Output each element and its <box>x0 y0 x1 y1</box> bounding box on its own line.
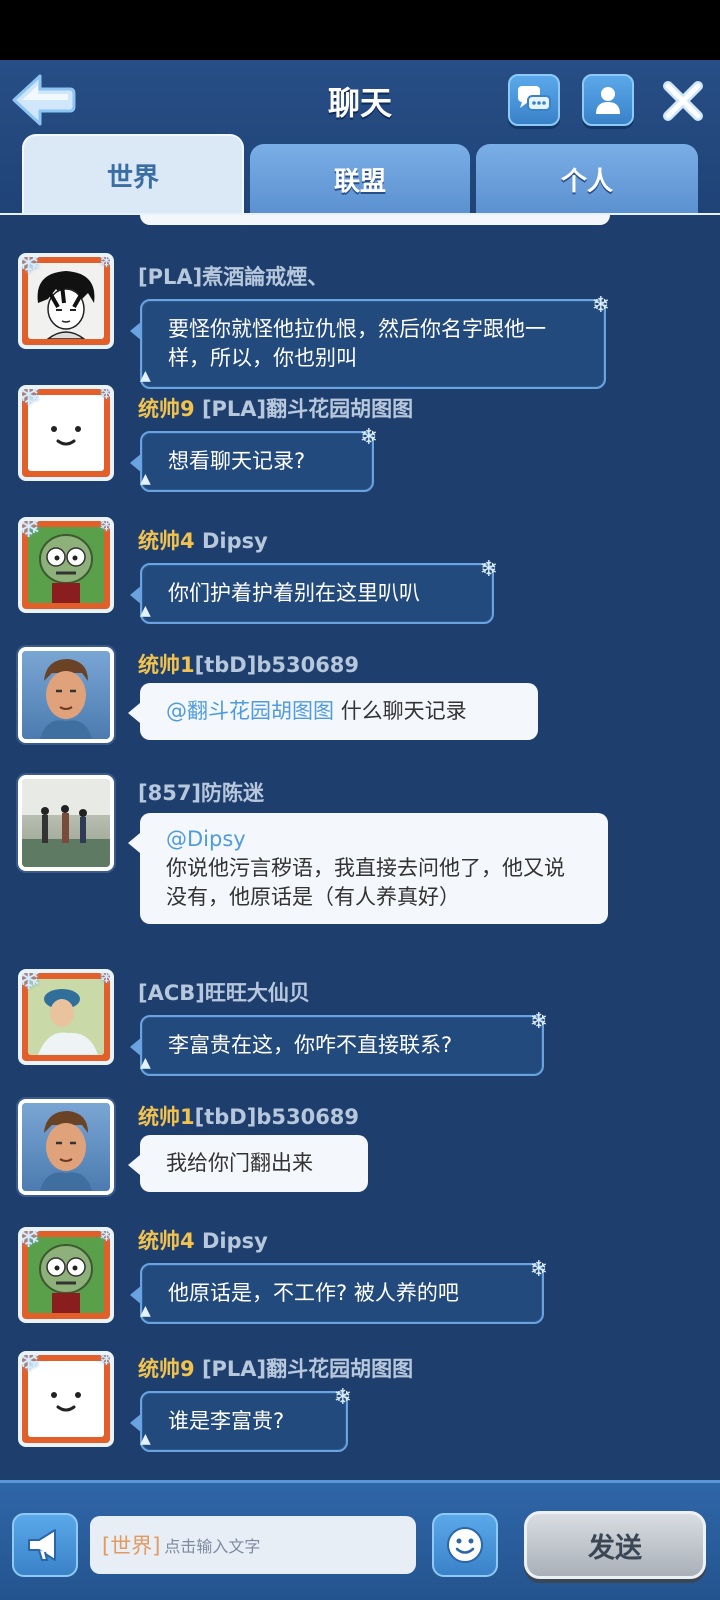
message-bubble[interactable]: 李富贵在这，你咋不直接联系? ❄ ▲ <box>130 1009 548 1076</box>
message-text: 你们护着护着别在这里叭叭 <box>168 581 420 605</box>
mention-link[interactable]: @翻斗花园胡图图 <box>166 699 334 723</box>
back-arrow-icon <box>12 74 76 126</box>
emoji-icon <box>447 1527 483 1563</box>
tab-alliance[interactable]: 联盟 <box>250 144 470 215</box>
tree-icon: ▲ <box>140 1055 151 1071</box>
snowflake-icon: ❄ <box>18 385 42 413</box>
snowflake-icon: ❄ <box>98 253 114 272</box>
input-placeholder: 点击输入文字 <box>164 1537 261 1556</box>
snowflake-icon: ❄ <box>529 1009 548 1034</box>
snowflake-icon: ❄ <box>359 425 378 450</box>
snowflake-icon: ❄ <box>529 1257 548 1282</box>
snowflake-icon: ❄ <box>18 1227 42 1255</box>
chat-message-list[interactable]: ❄ ❄ [PLA]煮酒論戒煙、 要怪你就怪他拉仇恨，然后你名字跟他一样，所以，你… <box>0 215 720 1480</box>
avatar[interactable] <box>18 647 114 743</box>
tab-personal[interactable]: 个人 <box>476 144 698 215</box>
snowflake-icon: ❄ <box>98 1227 114 1246</box>
chat-input-bar: [世界] 点击输入文字 发送 <box>0 1480 720 1600</box>
snowflake-icon: ❄ <box>18 253 42 281</box>
close-button[interactable] <box>658 76 708 126</box>
close-icon <box>663 81 703 121</box>
sender-name[interactable]: 统帅4 Dipsy <box>138 525 268 555</box>
message-text: 李富贵在这，你咋不直接联系? <box>168 1033 453 1057</box>
tree-icon: ▲ <box>140 603 151 619</box>
tree-icon: ▲ <box>140 368 151 384</box>
chat-bubbles-icon <box>518 86 551 111</box>
sender-name[interactable]: [ACB]旺旺大仙贝 <box>138 977 310 1007</box>
message-bubble[interactable]: 谁是李富贵? ❄ ▲ <box>130 1385 352 1452</box>
chat-header: 聊天 世界 联盟 个人 <box>0 60 720 217</box>
message-text: 想看聊天记录? <box>168 449 306 473</box>
message-text: 你说他污言秽语，我直接去问他了，他又说没有，他原话是（有人养真好） <box>166 856 565 909</box>
snowflake-icon: ❄ <box>18 1351 42 1379</box>
snowflake-icon: ❄ <box>591 293 610 318</box>
sender-name[interactable]: 统帅9 [PLA]翻斗花园胡图图 <box>138 1353 413 1383</box>
avatar[interactable]: ❄ ❄ <box>18 969 114 1065</box>
page-title: 聊天 <box>327 84 392 122</box>
snowflake-icon: ❄ <box>479 557 498 582</box>
hero-portrait <box>40 1111 92 1191</box>
message-bubble[interactable]: 他原话是，不工作? 被人养的吧 ❄ ▲ <box>130 1257 548 1324</box>
sender-name[interactable]: 统帅1[tbD]b530689 <box>138 649 359 679</box>
message-text: 他原话是，不工作? 被人养的吧 <box>168 1281 459 1305</box>
megaphone-icon <box>28 1529 56 1561</box>
photo-portrait <box>22 779 110 867</box>
snowflake-icon: ❄ <box>98 385 114 404</box>
avatar[interactable]: ❄ ❄ <box>18 1227 114 1323</box>
emoji-button[interactable] <box>432 1513 498 1577</box>
tree-icon: ▲ <box>140 471 151 487</box>
hero-portrait <box>40 659 92 739</box>
chat-list-button[interactable] <box>508 74 560 126</box>
avatar[interactable] <box>18 1099 114 1195</box>
sender-name[interactable]: [857]防陈迷 <box>138 777 264 807</box>
message-bubble[interactable]: @翻斗花园胡图图 什么聊天记录 <box>128 683 538 740</box>
tree-icon: ▲ <box>140 1303 151 1319</box>
mention-link[interactable]: @Dipsy <box>166 825 582 854</box>
snowflake-icon: ❄ <box>98 1351 114 1370</box>
message-text: 谁是李富贵? <box>168 1409 285 1433</box>
avatar[interactable]: ❄ ❄ <box>18 385 114 481</box>
snowflake-icon: ❄ <box>98 969 114 988</box>
avatar[interactable]: ❄ ❄ <box>18 253 114 349</box>
avatar[interactable]: ❄ ❄ <box>18 517 114 613</box>
send-button[interactable]: 发送 <box>524 1511 706 1579</box>
snowflake-icon: ❄ <box>333 1385 352 1410</box>
back-button[interactable] <box>10 72 76 128</box>
message-bubble[interactable]: 我给你门翻出来 <box>128 1135 368 1192</box>
channel-tag: [世界] <box>102 1534 161 1558</box>
message-bubble[interactable]: 你们护着护着别在这里叭叭 ❄ ▲ <box>130 557 498 624</box>
sender-name[interactable]: 统帅1[tbD]b530689 <box>138 1101 359 1131</box>
snowflake-icon: ❄ <box>18 969 42 997</box>
broadcast-button[interactable] <box>12 1513 78 1577</box>
profile-button[interactable] <box>582 74 634 126</box>
avatar[interactable]: ❄ ❄ <box>18 1351 114 1447</box>
avatar[interactable] <box>18 775 114 871</box>
sender-name[interactable]: 统帅4 Dipsy <box>138 1225 268 1255</box>
tab-world[interactable]: 世界 <box>22 134 244 215</box>
snowflake-icon: ❄ <box>98 517 114 536</box>
message-text: 我给你门翻出来 <box>166 1151 313 1175</box>
message-bubble[interactable]: 想看聊天记录? ❄ ▲ <box>130 425 378 492</box>
snowflake-icon: ❄ <box>18 517 42 545</box>
status-bar <box>0 0 720 60</box>
sender-name[interactable]: 统帅9 [PLA]翻斗花园胡图图 <box>138 393 413 423</box>
message-text: 要怪你就怪他拉仇恨，然后你名字跟他一样，所以，你也别叫 <box>168 317 546 370</box>
message-bubble[interactable]: 要怪你就怪他拉仇恨，然后你名字跟他一样，所以，你也别叫 ❄ ▲ <box>130 293 610 389</box>
message-input[interactable]: [世界] 点击输入文字 <box>90 1516 416 1574</box>
message-bubble[interactable]: @Dipsy 你说他污言秽语，我直接去问他了，他又说没有，他原话是（有人养真好） <box>128 813 608 924</box>
sender-name[interactable]: [PLA]煮酒論戒煙、 <box>138 261 328 291</box>
profile-icon <box>596 87 620 114</box>
message-text: 什么聊天记录 <box>340 699 467 723</box>
tree-icon: ▲ <box>140 1431 151 1447</box>
previous-bubble-edge <box>140 215 610 225</box>
